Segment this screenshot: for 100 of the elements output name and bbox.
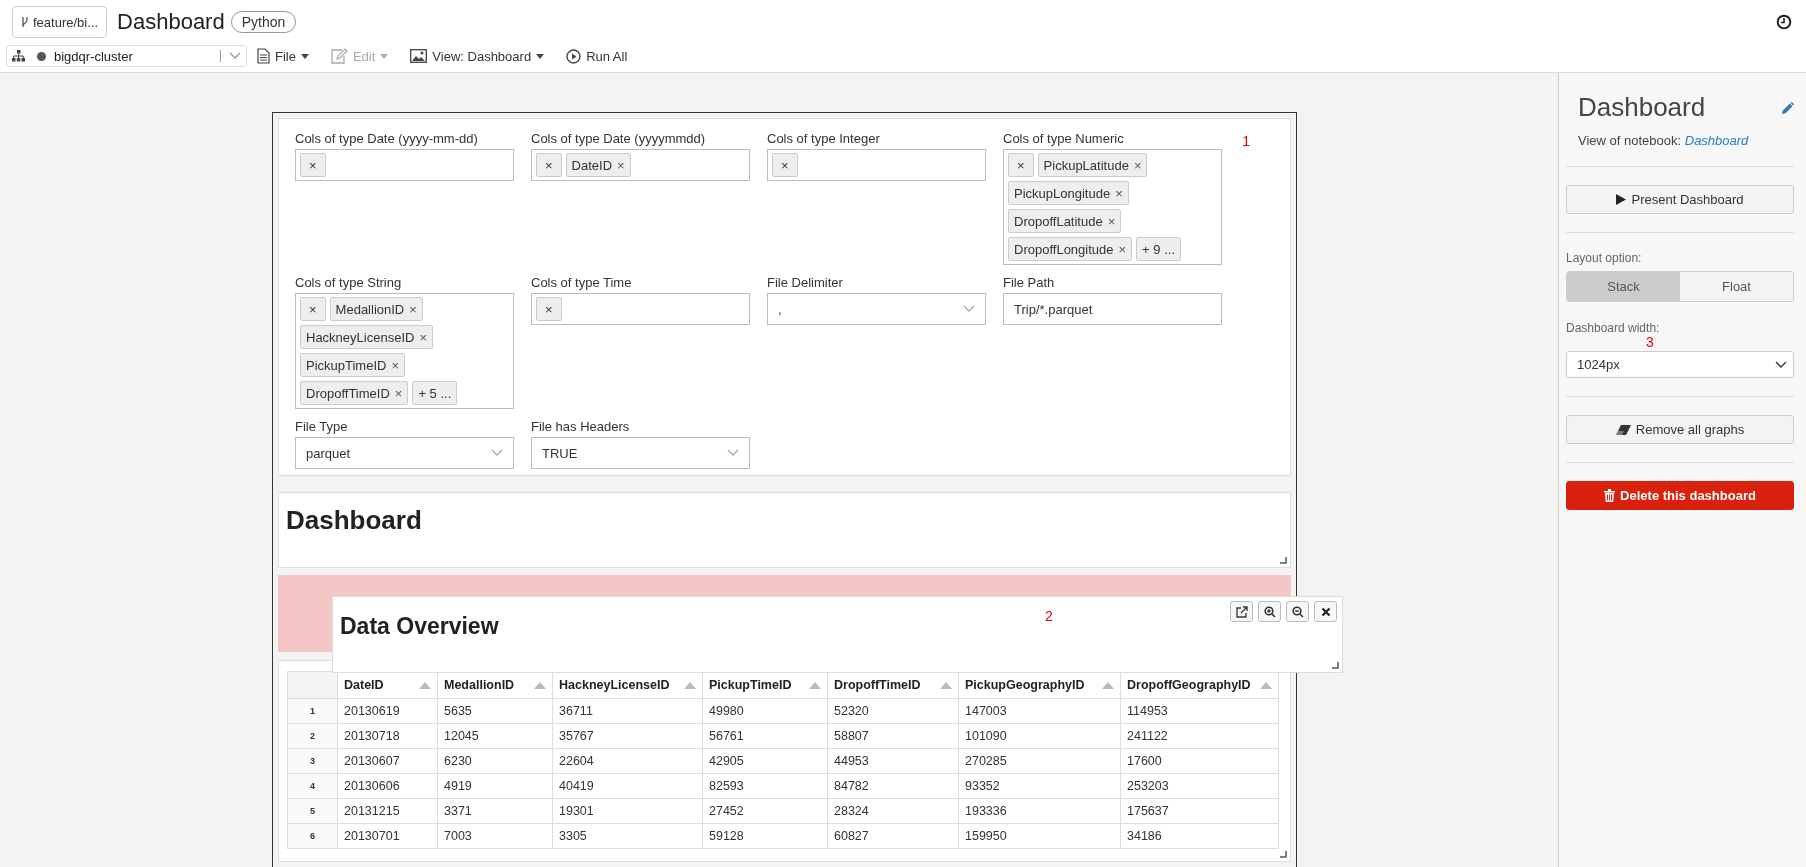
table-cell: 20130718: [337, 723, 438, 749]
tag-input-field[interactable]: ×: [767, 149, 986, 181]
menu-button[interactable]: File: [257, 48, 309, 64]
column-header[interactable]: PickupTimeID: [702, 671, 828, 699]
table-cell: 12045: [437, 723, 553, 749]
table-cell: 34186: [1120, 823, 1279, 849]
column-tag[interactable]: HackneyLicenseID ×: [300, 325, 433, 349]
zoom-in-button[interactable]: [1258, 601, 1281, 622]
column-tag[interactable]: PickupLatitude ×: [1037, 153, 1148, 177]
open-external-button[interactable]: [1230, 601, 1253, 622]
dropdown-field[interactable]: parquet: [295, 437, 514, 469]
text-input-field[interactable]: Trip/*.parquet: [1003, 293, 1222, 325]
tag-input-field[interactable]: × PickupLatitude × PickupLongitude × DropoffLatitude × DropoffLongitude × + 9 ...: [1003, 149, 1222, 265]
row-number: 4: [287, 773, 338, 799]
table-cell: 58807: [827, 723, 959, 749]
branch-button[interactable]: feature/bi...: [12, 6, 108, 38]
cluster-select[interactable]: bigdqr-cluster: [6, 45, 247, 67]
tag-input-field[interactable]: ×: [531, 293, 750, 325]
notebook-link[interactable]: Dashboard: [1684, 133, 1749, 148]
marker-number: 3: [1646, 336, 1654, 349]
chevron-down-icon: [491, 449, 503, 457]
empty-tag[interactable]: ×: [1008, 153, 1034, 177]
width-label: Dashboard width:: [1566, 321, 1660, 335]
dropdown-field[interactable]: TRUE: [531, 437, 750, 469]
branch-icon: [21, 16, 29, 28]
column-header[interactable]: HackneyLicenseID: [552, 671, 703, 699]
present-button[interactable]: Present Dashboard: [1566, 185, 1794, 214]
pencil-icon[interactable]: [1782, 101, 1794, 114]
row-number: 1: [287, 698, 338, 724]
more-tags-chip[interactable]: + 9 ...: [1136, 237, 1181, 261]
delete-dashboard-button[interactable]: Delete this dashboard: [1566, 481, 1794, 510]
table-cell: 20130606: [337, 773, 438, 799]
column-tag[interactable]: PickupLongitude ×: [1008, 181, 1129, 205]
table-header-cell: [287, 671, 338, 699]
row-number: 5: [287, 798, 338, 824]
field-label: File has Headers: [531, 419, 631, 434]
table-cell: 3371: [437, 798, 553, 824]
layout-option[interactable]: Stack: [1567, 272, 1680, 301]
tag-input-field[interactable]: × DateID ×: [531, 149, 750, 181]
resize-handle-icon[interactable]: [1280, 851, 1287, 858]
table-cell: 270285: [958, 748, 1121, 774]
table-cell: 20130607: [337, 748, 438, 774]
table-cell: 56761: [702, 723, 828, 749]
play-icon: [1616, 194, 1627, 205]
column-header[interactable]: DropoffGeographyID: [1120, 671, 1279, 699]
resize-handle-icon[interactable]: [1280, 557, 1287, 564]
field-label: Cols of type Numeric: [1003, 131, 1125, 146]
empty-tag[interactable]: ×: [772, 153, 798, 177]
image-icon: [410, 49, 428, 63]
empty-tag[interactable]: ×: [536, 153, 562, 177]
overview-card[interactable]: Data Overview 2: [332, 596, 1343, 673]
column-tag[interactable]: DateID ×: [565, 153, 631, 177]
table-cell: 20131215: [337, 798, 438, 824]
layout-option[interactable]: Float: [1680, 272, 1793, 301]
column-tag[interactable]: PickupTimeID ×: [300, 353, 406, 377]
notebook-label: View of notebook:: [1578, 133, 1682, 148]
column-tag[interactable]: MedallionID ×: [329, 297, 423, 321]
dropdown-field[interactable]: ,: [767, 293, 986, 325]
close-icon: [1320, 606, 1331, 617]
table-cell: 20130701: [337, 823, 438, 849]
document-icon: [257, 48, 270, 64]
chevron-down-icon: [727, 449, 739, 457]
trash-icon: [1604, 489, 1616, 502]
more-tags-chip[interactable]: + 5 ...: [412, 381, 458, 405]
table-cell: 6230: [437, 748, 553, 774]
close-button[interactable]: [1314, 601, 1337, 622]
column-tag[interactable]: DropoffTimeID ×: [300, 381, 409, 405]
table-cell: 193336: [958, 798, 1121, 824]
menu-button[interactable]: View: Dashboard: [410, 48, 545, 64]
column-header[interactable]: PickupGeographyID: [958, 671, 1121, 699]
zoom-out-button[interactable]: [1286, 601, 1309, 622]
field-label: Cols of type Integer: [767, 131, 881, 146]
column-tag[interactable]: DropoffLatitude ×: [1008, 209, 1122, 233]
external-link-icon: [1235, 605, 1248, 618]
column-header[interactable]: DropoffTimeID: [827, 671, 959, 699]
table-cell: 93352: [958, 773, 1121, 799]
column-tag[interactable]: DropoffLongitude ×: [1008, 237, 1133, 261]
menu-button[interactable]: Run All: [566, 48, 628, 64]
table-cell: 84782: [827, 773, 959, 799]
hierarchy-icon: [12, 50, 25, 62]
dashboard-heading: Dashboard: [285, 504, 423, 537]
empty-tag[interactable]: ×: [300, 297, 326, 321]
table-cell: 52320: [827, 698, 959, 724]
table-cell: 175637: [1120, 798, 1279, 824]
empty-tag[interactable]: ×: [536, 297, 562, 321]
empty-tag[interactable]: ×: [300, 153, 326, 177]
tag-input-field[interactable]: × MedallionID × HackneyLicenseID × PickupTimeID × DropoffTimeID × + 5 ...: [295, 293, 514, 409]
width-select[interactable]: 1024px: [1566, 351, 1794, 378]
remove-graphs-button[interactable]: Remove all graphs: [1566, 415, 1794, 444]
layout-label: Layout option:: [1566, 251, 1643, 265]
column-header[interactable]: DateID: [337, 671, 438, 699]
column-header[interactable]: MedallionID: [437, 671, 553, 699]
zoom-in-icon: [1263, 605, 1276, 618]
resize-handle-icon[interactable]: [1332, 662, 1339, 669]
clock-icon[interactable]: [1776, 14, 1792, 30]
tag-input-field[interactable]: ×: [295, 149, 514, 181]
table-cell: 17600: [1120, 748, 1279, 774]
field-label: File Type: [295, 419, 349, 434]
marker-number: 2: [1045, 608, 1053, 624]
chevron-down-icon: [1775, 360, 1787, 369]
